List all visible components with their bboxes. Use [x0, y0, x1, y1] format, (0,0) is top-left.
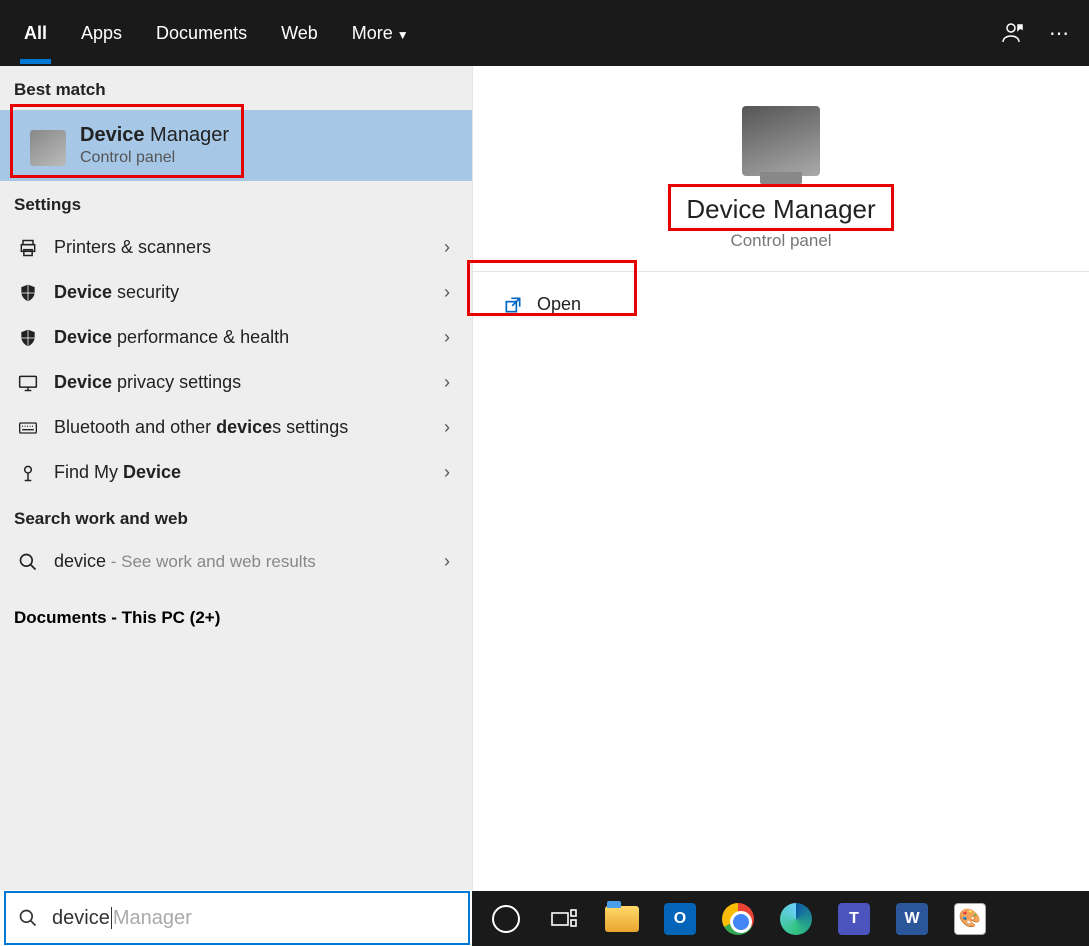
shield-icon: [14, 328, 42, 348]
details-subtitle: Control panel: [473, 231, 1089, 251]
best-match-label: Best match: [0, 66, 472, 110]
best-match-title: Device Manager: [80, 124, 458, 147]
monitor-icon: [14, 373, 42, 393]
setting-device-security[interactable]: Device security ›: [0, 270, 472, 315]
best-match-subtitle: Control panel: [80, 149, 458, 167]
search-scope-tabs: All Apps Documents Web More▼: [20, 3, 413, 64]
setting-label: Find My Device: [54, 462, 181, 483]
chevron-down-icon: ▼: [397, 28, 409, 42]
more-options-icon[interactable]: ⋯: [1049, 21, 1069, 46]
pin-icon: [14, 463, 42, 483]
setting-find-my-device[interactable]: Find My Device ›: [0, 450, 472, 495]
feedback-icon[interactable]: [1001, 21, 1025, 45]
setting-device-performance[interactable]: Device performance & health ›: [0, 315, 472, 360]
teams-button[interactable]: T: [836, 901, 872, 937]
best-match-result[interactable]: Device Manager Control panel: [0, 110, 472, 181]
setting-label: Device performance & health: [54, 327, 289, 348]
chrome-icon: [722, 903, 754, 935]
keyboard-icon: [14, 418, 42, 438]
setting-printers-scanners[interactable]: Printers & scanners ›: [0, 225, 472, 270]
setting-label: Bluetooth and other devices settings: [54, 417, 348, 438]
chevron-right-icon: ›: [444, 462, 450, 483]
details-title: Device Manager: [676, 192, 885, 227]
web-result[interactable]: device - See work and web results ›: [0, 539, 472, 584]
edge-button[interactable]: [778, 901, 814, 937]
details-panel: Device Manager Control panel Open: [472, 66, 1089, 890]
search-typed: device: [52, 907, 110, 930]
results-panel: Best match Device Manager Control panel …: [0, 66, 472, 890]
paint-icon: [954, 903, 986, 935]
chrome-button[interactable]: [720, 901, 756, 937]
chevron-right-icon: ›: [444, 327, 450, 348]
open-label: Open: [537, 294, 581, 315]
chevron-right-icon: ›: [444, 417, 450, 438]
setting-label: Device privacy settings: [54, 372, 241, 393]
taskbar: O T W: [472, 891, 1089, 946]
search-bar[interactable]: device Manager: [4, 891, 470, 945]
device-manager-icon: [30, 130, 66, 166]
setting-device-privacy[interactable]: Device privacy settings ›: [0, 360, 472, 405]
chevron-right-icon: ›: [444, 551, 450, 572]
text-cursor: [111, 907, 112, 929]
tab-all[interactable]: All: [20, 3, 51, 64]
search-ghost: Manager: [113, 907, 192, 930]
tab-more[interactable]: More▼: [348, 3, 413, 64]
cortana-icon: [492, 905, 520, 933]
file-explorer-button[interactable]: [604, 901, 640, 937]
teams-icon: T: [838, 903, 870, 935]
edge-icon: [780, 903, 812, 935]
printer-icon: [14, 238, 42, 258]
task-view-button[interactable]: [546, 901, 582, 937]
setting-label: Printers & scanners: [54, 237, 211, 258]
outlook-icon: O: [664, 903, 696, 935]
web-result-text: device - See work and web results: [54, 551, 316, 572]
search-web-label: Search work and web: [0, 495, 472, 539]
outlook-button[interactable]: O: [662, 901, 698, 937]
open-action[interactable]: Open: [473, 272, 611, 337]
shield-icon: [14, 283, 42, 303]
search-icon: [18, 908, 38, 928]
word-button[interactable]: W: [894, 901, 930, 937]
device-manager-icon-large: [742, 106, 820, 176]
settings-label: Settings: [0, 181, 472, 225]
chevron-right-icon: ›: [444, 282, 450, 303]
search-icon: [14, 552, 42, 572]
paint-button[interactable]: [952, 901, 988, 937]
topbar-actions: ⋯: [1001, 21, 1069, 46]
tab-web[interactable]: Web: [277, 3, 322, 64]
details-header: Device Manager Control panel: [473, 66, 1089, 272]
setting-bluetooth-devices[interactable]: Bluetooth and other devices settings ›: [0, 405, 472, 450]
tab-documents[interactable]: Documents: [152, 3, 251, 64]
cortana-button[interactable]: [488, 901, 524, 937]
tab-apps[interactable]: Apps: [77, 3, 126, 64]
folder-icon: [605, 906, 639, 932]
chevron-right-icon: ›: [444, 237, 450, 258]
open-icon: [503, 295, 523, 315]
search-topbar: All Apps Documents Web More▼ ⋯: [0, 0, 1089, 66]
chevron-right-icon: ›: [444, 372, 450, 393]
word-icon: W: [896, 903, 928, 935]
documents-section-label[interactable]: Documents - This PC (2+): [0, 584, 472, 652]
setting-label: Device security: [54, 282, 179, 303]
